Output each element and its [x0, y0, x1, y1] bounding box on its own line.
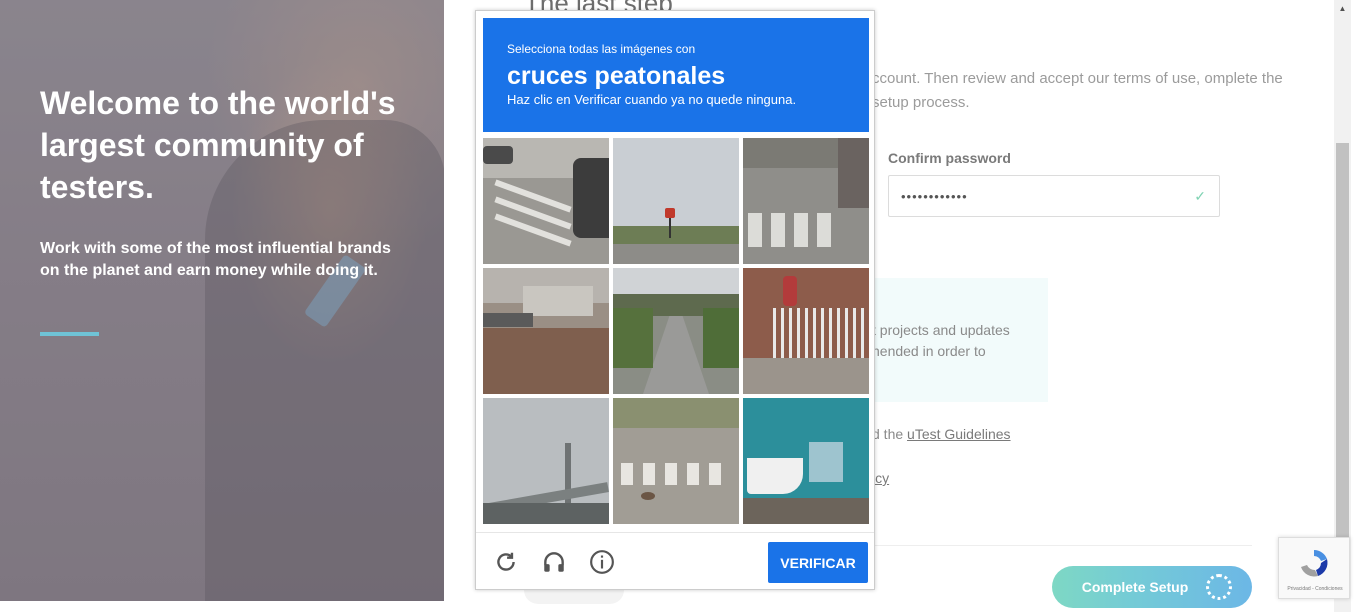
captcha-tile[interactable]: [483, 268, 609, 394]
recaptcha-challenge: Selecciona todas las imágenes con cruces…: [475, 10, 875, 590]
captcha-keyword: cruces peatonales: [507, 62, 726, 90]
confirm-password-field[interactable]: •••••••••••• ✓: [888, 175, 1220, 217]
guidelines-prefix: d the: [872, 426, 908, 442]
captcha-image-grid: [483, 138, 869, 524]
checkmark-icon: ✓: [1194, 187, 1207, 204]
captcha-tile[interactable]: [743, 268, 869, 394]
hero-panel: Welcome to the world's largest community…: [0, 0, 444, 601]
loading-spinner-icon: [1206, 574, 1233, 600]
captcha-instruction: Selecciona todas las imágenes con: [507, 42, 696, 56]
scroll-up-arrow-icon[interactable]: ▲: [1334, 0, 1351, 17]
verify-button[interactable]: VERIFICAR: [768, 542, 868, 583]
captcha-tile[interactable]: [743, 398, 869, 524]
captcha-hint: Haz clic en Verificar cuando ya no quede…: [507, 92, 797, 107]
guidelines-agreement: d the uTest Guidelines: [872, 426, 1011, 442]
complete-setup-label: Complete Setup: [1081, 579, 1189, 595]
reload-icon[interactable]: [491, 547, 521, 577]
info-icon[interactable]: [587, 547, 617, 577]
confirm-password-label: Confirm password: [888, 150, 1011, 166]
scrollbar-thumb[interactable]: [1336, 143, 1349, 543]
audio-headphones-icon[interactable]: [539, 547, 569, 577]
recaptcha-logo-icon: [1296, 546, 1332, 582]
confirm-password-value: ••••••••••••: [901, 188, 968, 204]
form-intro: ccount. Then review and accept our terms…: [872, 70, 1283, 111]
utest-guidelines-link[interactable]: uTest Guidelines: [907, 426, 1011, 442]
badge-privacy-terms[interactable]: Privacidad - Condiciones: [1283, 586, 1347, 592]
hero-subtitle: Work with some of the most influential b…: [40, 240, 391, 279]
captcha-tile[interactable]: [743, 138, 869, 264]
captcha-header: Selecciona todas las imágenes con cruces…: [483, 18, 869, 132]
form-divider: [872, 545, 1252, 546]
captcha-tile[interactable]: [483, 138, 609, 264]
captcha-footer: VERIFICAR: [476, 532, 874, 590]
info-text: t projects and updates nended in order t…: [872, 322, 1010, 359]
captcha-tile[interactable]: [613, 268, 739, 394]
captcha-tile[interactable]: [483, 398, 609, 524]
hero-title: Welcome to the world's largest community…: [40, 85, 396, 205]
hero-accent-rule: [40, 332, 99, 336]
recaptcha-badge[interactable]: Privacidad - Condiciones: [1278, 537, 1350, 599]
complete-setup-button[interactable]: Complete Setup: [1052, 566, 1252, 608]
captcha-tile[interactable]: [613, 398, 739, 524]
captcha-tile[interactable]: [613, 138, 739, 264]
